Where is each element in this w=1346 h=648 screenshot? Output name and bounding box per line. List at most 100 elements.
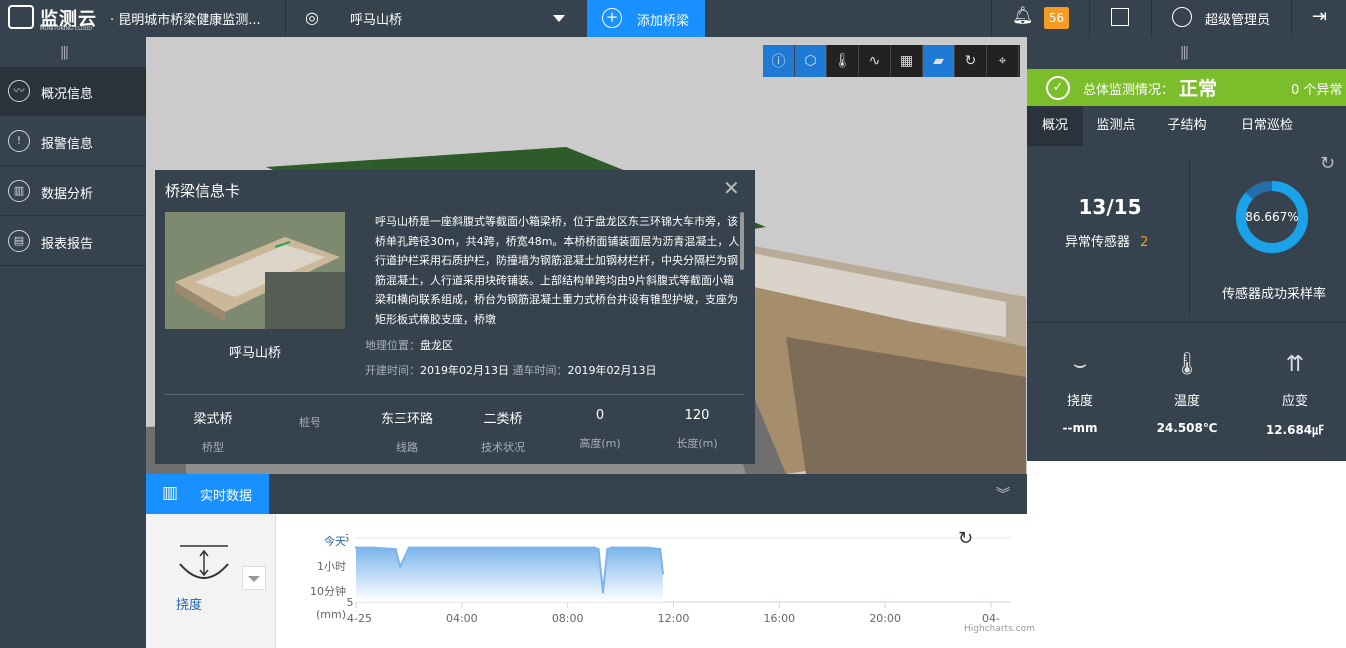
data-point bbox=[659, 548, 662, 551]
tab-monitor-points[interactable]: 监测点 bbox=[1087, 106, 1145, 146]
sensor-temperature[interactable]: 🌡︎ 温度 24.508℃ bbox=[1142, 352, 1232, 435]
sidebar-item-overview[interactable]: 〰 概况信息 bbox=[0, 67, 146, 116]
stat-condition: 二类桥 技术状况 bbox=[481, 412, 525, 454]
sensor-type-label: 挠度 bbox=[176, 598, 203, 613]
realtime-chart[interactable]: 0.5-1.504-2504:0008:0012:0016:0020:0004-… bbox=[346, 528, 1026, 648]
refresh-icon[interactable]: ↻ bbox=[1320, 153, 1335, 174]
data-point bbox=[394, 548, 397, 551]
bridge-info-card: 桥梁信息卡 ✕ 呼马山桥 呼马山桥是一座斜腹式等截面小箱梁桥，位于盘龙区东三环锦… bbox=[155, 170, 755, 464]
x-tick-label: 08:00 bbox=[552, 612, 584, 625]
data-point bbox=[359, 546, 362, 549]
temperature-icon: 🌡︎ bbox=[1173, 352, 1201, 377]
sensor-ratio: 13/15 bbox=[1078, 195, 1142, 219]
right-collapse-handle[interactable]: ||| bbox=[1180, 45, 1189, 60]
description-scrollbar[interactable] bbox=[740, 212, 744, 270]
divider bbox=[165, 394, 745, 395]
range-today[interactable]: 今天 bbox=[296, 533, 346, 549]
status-label: 总体监测情况： bbox=[1083, 83, 1175, 98]
stat-road: 东三环路 线路 bbox=[380, 412, 433, 454]
tab-substructure[interactable]: 子结构 bbox=[1157, 106, 1217, 146]
info-icon[interactable]: ⓘ bbox=[763, 45, 795, 77]
alert-count-badge[interactable]: 56 bbox=[1044, 7, 1069, 29]
data-point bbox=[372, 546, 375, 549]
map-layer-icon[interactable]: ▰ bbox=[923, 45, 955, 77]
data-point bbox=[540, 546, 543, 549]
plus-icon: + bbox=[602, 8, 622, 28]
sidebar-item-analysis[interactable]: ▥ 数据分析 bbox=[0, 167, 146, 216]
abnormal-sensors: 异常传感器 2 bbox=[1065, 235, 1149, 250]
wave-icon[interactable]: ∿ bbox=[859, 45, 891, 77]
view-toolbar: ⓘ ⬡ 🌡︎ ∿ ▦ ▰ ↻ ⌖ bbox=[763, 45, 1020, 77]
tab-realtime[interactable]: ▥ 实时数据 bbox=[146, 474, 269, 514]
logo-icon bbox=[8, 5, 34, 29]
data-point bbox=[566, 546, 569, 549]
thermometer-icon[interactable]: 🌡︎ bbox=[827, 45, 859, 77]
cube-icon[interactable]: ⬡ bbox=[795, 45, 827, 77]
x-tick-label: 04:00 bbox=[446, 612, 478, 625]
status-value: 正常 bbox=[1179, 78, 1218, 100]
stat-pile-number: 桩号 bbox=[299, 416, 321, 429]
open-date: 2019年02月13日 bbox=[420, 364, 509, 377]
series-area bbox=[356, 547, 663, 602]
realtime-panel: 挠度 今天 1小时 10分钟 (mm) 0.5 -1.5 04-25 04:00 08:… bbox=[146, 514, 1035, 648]
stat-bridge-type: 梁式桥 桥型 bbox=[193, 412, 233, 454]
location-icon: ◎ bbox=[305, 8, 319, 27]
logout-icon[interactable]: ⇥ bbox=[1312, 6, 1327, 27]
data-point bbox=[407, 546, 411, 549]
range-10min[interactable]: 10分钟 bbox=[296, 583, 346, 599]
cubes-icon[interactable]: ▦ bbox=[891, 45, 923, 77]
layout-icon[interactable] bbox=[1111, 8, 1129, 26]
x-tick-label: 16:00 bbox=[763, 612, 795, 625]
data-point bbox=[610, 546, 613, 549]
x-tick-label: 20:00 bbox=[869, 612, 901, 625]
sidebar-item-reports[interactable]: ▤ 报表报告 bbox=[0, 217, 146, 266]
data-point bbox=[661, 572, 665, 575]
range-1hour[interactable]: 1小时 bbox=[296, 558, 346, 574]
data-point bbox=[354, 546, 358, 549]
sensor-type-dropdown[interactable] bbox=[242, 566, 266, 590]
chevron-down-icon[interactable] bbox=[553, 15, 565, 22]
card-title: 桥梁信息卡 bbox=[165, 182, 241, 200]
sidebar-item-alarms[interactable]: ! 报警信息 bbox=[0, 117, 146, 166]
close-icon[interactable]: ✕ bbox=[723, 176, 740, 200]
refresh-icon[interactable]: ↻ bbox=[958, 528, 973, 549]
bridge-select[interactable]: 呼马山桥 bbox=[350, 9, 402, 28]
data-point bbox=[619, 546, 622, 549]
bar-chart-icon: ▥ bbox=[8, 180, 30, 202]
sidebar-item-label: 概况信息 bbox=[41, 87, 94, 102]
tab-realtime-label: 实时数据 bbox=[200, 489, 253, 504]
data-point bbox=[606, 548, 609, 551]
map-pin-icon[interactable]: ⌖ bbox=[987, 45, 1019, 77]
abnormal-count[interactable]: 0 个异常 bbox=[1291, 79, 1342, 98]
data-point bbox=[645, 546, 649, 549]
bell-icon[interactable]: 🔔︎ bbox=[1012, 6, 1034, 26]
refresh-icon[interactable]: ↻ bbox=[955, 45, 987, 77]
unit-label: (mm) bbox=[315, 608, 346, 621]
sidebar: ||| 〰 概况信息 ! 报警信息 ▥ 数据分析 ▤ 报表报告 bbox=[0, 37, 146, 648]
data-point bbox=[513, 546, 516, 549]
realtime-bar: ▥ 实时数据 ︾ bbox=[146, 474, 1027, 514]
abnormal-sensor-count: 2 bbox=[1140, 235, 1149, 250]
right-tabs: 概况 监测点 子结构 日常巡检 bbox=[1027, 106, 1346, 146]
user-name[interactable]: 超级管理员 bbox=[1205, 9, 1270, 28]
sidebar-collapse-handle[interactable]: ||| bbox=[60, 45, 69, 60]
add-bridge-button[interactable]: + 添加桥梁 bbox=[587, 0, 705, 37]
bridge-name: 呼马山桥 bbox=[228, 346, 281, 361]
sidebar-item-label: 数据分析 bbox=[41, 187, 94, 202]
system-title: · 昆明城市桥梁健康监测... bbox=[110, 13, 261, 28]
traffic-date: 2019年02月13日 bbox=[567, 364, 657, 377]
data-point bbox=[601, 591, 605, 594]
stat-length: 120 长度(m) bbox=[676, 408, 718, 450]
data-point bbox=[592, 546, 596, 549]
bridge-description: 呼马山桥是一座斜腹式等截面小箱梁桥，位于盘龙区东三环锦大车市旁，该桥单孔跨径30… bbox=[375, 215, 740, 326]
data-point bbox=[434, 546, 437, 549]
sensor-deflection[interactable]: ⌣ 挠度 --mm bbox=[1035, 352, 1125, 435]
x-tick-label: 12:00 bbox=[658, 612, 690, 625]
data-point bbox=[487, 546, 490, 549]
data-point bbox=[597, 548, 600, 551]
tab-inspection[interactable]: 日常巡检 bbox=[1227, 106, 1307, 146]
sensor-strain[interactable]: ⇈ 应变 12.684㎌ bbox=[1250, 352, 1340, 438]
data-point bbox=[398, 565, 402, 568]
tab-overview[interactable]: 概况 bbox=[1027, 106, 1083, 146]
collapse-icon[interactable]: ︾ bbox=[996, 484, 1010, 504]
